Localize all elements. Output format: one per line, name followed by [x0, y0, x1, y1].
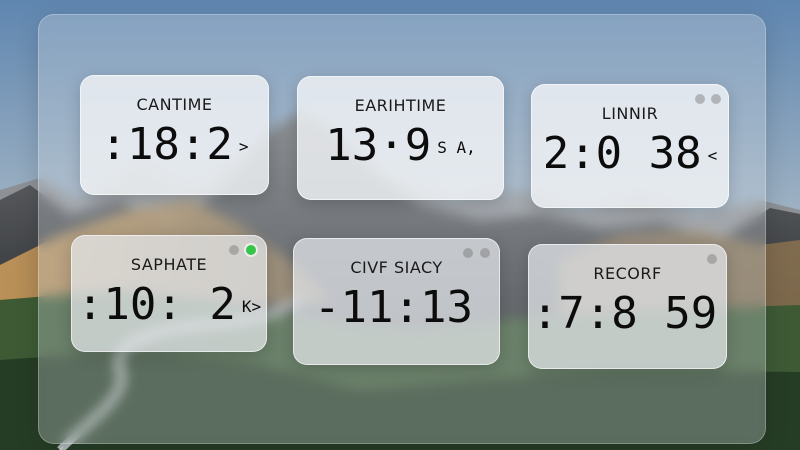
time-value: 13·9 [325, 120, 432, 171]
widget-time: -11:13 [293, 282, 500, 336]
close-icon[interactable] [711, 94, 721, 104]
close-icon[interactable] [707, 254, 717, 264]
widget-title: CIVF SIACY [350, 258, 443, 277]
time-suffix: < [707, 146, 718, 165]
time-value: -11:13 [314, 282, 473, 333]
clock-widget-recorf[interactable]: RECORF :7:8 59 [528, 244, 727, 369]
time-value: :7:8 59 [531, 288, 718, 339]
widget-time: :7:8 59 [528, 288, 727, 342]
time-value: :10: 2 [76, 279, 236, 330]
green-dot-icon[interactable] [246, 245, 256, 255]
close-icon[interactable] [480, 248, 490, 258]
widget-time: :10: 2 K> [71, 279, 267, 333]
minimize-icon[interactable] [695, 94, 705, 104]
widget-title: RECORF [593, 264, 662, 283]
clock-widget-cantime[interactable]: CANTIME :18:2 > [80, 75, 269, 195]
widget-title: CANTIME [136, 95, 213, 114]
widget-time: 13·9 S A, [297, 120, 504, 174]
widget-time: 2:0 38 < [531, 128, 729, 182]
time-suffix: > [238, 137, 249, 156]
clock-widget-earihtime[interactable]: EARIHTIME 13·9 S A, [297, 76, 504, 200]
clock-widget-saphate[interactable]: SAPHATE :10: 2 K> [71, 235, 267, 352]
widget-title: LINNIR [601, 104, 659, 123]
minimize-icon[interactable] [463, 248, 473, 258]
time-suffix: K> [241, 297, 262, 316]
widget-title: EARIHTIME [354, 96, 447, 115]
clock-widget-civf-siacy[interactable]: CIVF SIACY -11:13 [293, 238, 500, 365]
time-value: 2:0 38 [542, 128, 702, 179]
time-suffix: S A, [437, 138, 476, 157]
widget-time: :18:2 > [80, 119, 269, 173]
widget-title: SAPHATE [130, 255, 208, 274]
time-value: :18:2 [100, 119, 233, 170]
clock-widget-linnir[interactable]: LINNIR 2:0 38 < [531, 84, 729, 208]
minimize-icon[interactable] [229, 245, 239, 255]
